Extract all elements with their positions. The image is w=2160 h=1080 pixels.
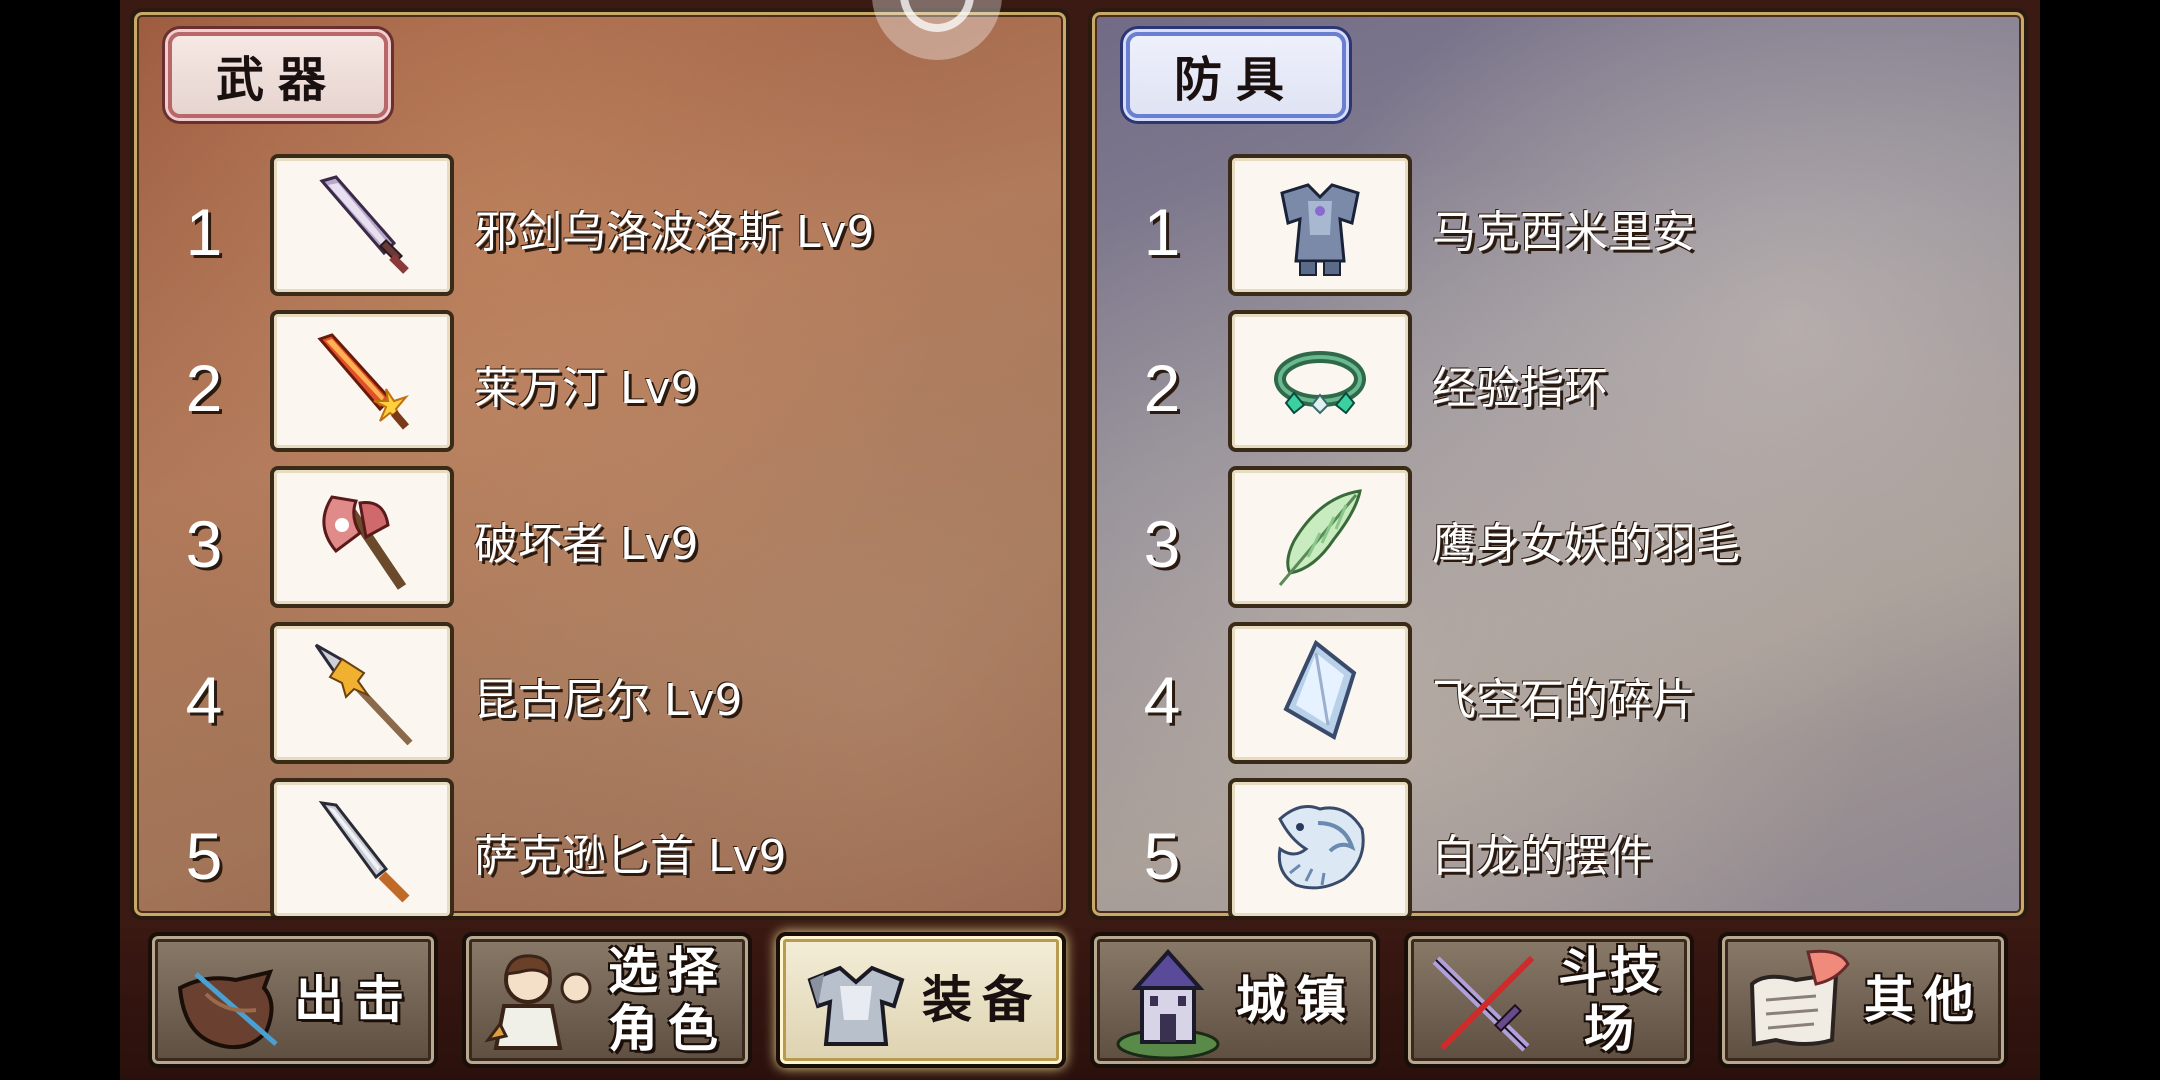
item-name: 飞空石的碎片 <box>1432 675 1696 726</box>
rank-number: 3 <box>1143 507 1181 581</box>
armor-row-2[interactable]: 2 经验指环 <box>1092 310 2024 460</box>
item-name: 鹰身女妖的羽毛 <box>1432 519 1740 570</box>
weapon-row-1[interactable]: 1 邪剑乌洛波洛斯 Lv9 <box>134 154 1066 304</box>
dark-sword-icon <box>319 175 409 274</box>
nav-label-line-1: 选择 <box>608 942 728 1000</box>
equipment-button[interactable]: 装备 <box>776 932 1066 1068</box>
weapon-row-3[interactable]: 3 破坏者 Lv9 <box>134 466 1066 616</box>
armor-row-4[interactable]: 4 飞空石的碎片 <box>1092 622 2024 772</box>
rank-number: 4 <box>1143 663 1181 737</box>
feather-icon <box>1278 489 1362 586</box>
armor-icon <box>807 965 905 1046</box>
item-name: 破坏者 Lv9 <box>474 519 699 570</box>
item-slot[interactable] <box>1228 310 1412 452</box>
weapon-row-2[interactable]: 2 莱万汀 Lv9 <box>134 310 1066 460</box>
item-slot[interactable] <box>270 778 454 916</box>
item-slot[interactable] <box>270 310 454 452</box>
weapons-title: 武器 <box>168 32 388 118</box>
ring-icon <box>1274 351 1366 415</box>
sortie-button[interactable]: 出击 <box>148 932 438 1068</box>
item-slot[interactable] <box>1228 154 1412 296</box>
rank-number: 5 <box>1143 819 1181 893</box>
nav-label: 斗技场 <box>1558 942 1662 1058</box>
bottom-nav: 出击 选择 角色 装备 城镇 斗技场 其他 <box>120 928 2040 1080</box>
arena-button[interactable]: 斗技场 <box>1404 932 1694 1068</box>
white-dragon-icon <box>1277 805 1365 890</box>
rank-number: 1 <box>1143 195 1181 269</box>
other-button[interactable]: 其他 <box>1718 932 2008 1068</box>
weapons-panel: 武器 1 邪剑乌洛波洛斯 Lv9 2 莱万汀 Lv9 3 破坏者 Lv9 4 昆… <box>130 8 1070 920</box>
nav-label: 出击 <box>294 971 414 1029</box>
flame-sword-icon <box>317 333 410 430</box>
crystal-shard-icon <box>1283 639 1357 740</box>
dagger-icon <box>318 801 410 903</box>
item-name: 萨克逊匕首 Lv9 <box>474 831 787 882</box>
item-name: 莱万汀 Lv9 <box>474 363 699 414</box>
item-name: 经验指环 <box>1432 363 1608 414</box>
rank-number: 4 <box>185 663 223 737</box>
item-slot[interactable] <box>1228 778 1412 916</box>
right-letterbox <box>2040 0 2160 1080</box>
item-name: 马克西米里安 <box>1432 207 1696 258</box>
sortie-icon <box>177 969 278 1049</box>
rank-number: 2 <box>185 351 223 425</box>
rank-number: 2 <box>1143 351 1181 425</box>
armor-row-5[interactable]: 5 白龙的摆件 <box>1092 778 2024 916</box>
character-icon <box>484 954 592 1050</box>
plate-armor-icon <box>1280 183 1360 276</box>
nav-label: 装备 <box>922 971 1042 1029</box>
select-character-button[interactable]: 选择 角色 <box>462 932 752 1068</box>
weapon-row-4[interactable]: 4 昆古尼尔 Lv9 <box>134 622 1066 772</box>
nav-label-line-2: 角色 <box>608 1000 728 1058</box>
town-button[interactable]: 城镇 <box>1090 932 1380 1068</box>
scroll-quill-icon <box>1749 949 1850 1047</box>
town-castle-icon <box>1116 948 1220 1060</box>
armor-row-3[interactable]: 3 鹰身女妖的羽毛 <box>1092 466 2024 616</box>
left-letterbox <box>0 0 120 1080</box>
item-slot[interactable] <box>1228 466 1412 608</box>
crossed-swords-icon <box>1432 955 1535 1052</box>
nav-label: 其他 <box>1864 971 1984 1029</box>
armor-panel: 防具 1 马克西米里安 2 经验指环 3 鹰身女妖的羽毛 4 飞空石的碎片 5 … <box>1088 8 2028 920</box>
nav-label: 选择 角色 <box>596 936 740 1064</box>
spear-icon <box>314 643 413 746</box>
item-slot[interactable] <box>270 622 454 764</box>
armor-row-1[interactable]: 1 马克西米里安 <box>1092 154 2024 304</box>
nav-label: 城镇 <box>1236 971 1356 1029</box>
axe-icon <box>322 495 407 590</box>
weapon-row-5[interactable]: 5 萨克逊匕首 Lv9 <box>134 778 1066 916</box>
rank-number: 1 <box>185 195 223 269</box>
item-slot[interactable] <box>270 466 454 608</box>
item-slot[interactable] <box>1228 622 1412 764</box>
equipment-screen: 武器 1 邪剑乌洛波洛斯 Lv9 2 莱万汀 Lv9 3 破坏者 Lv9 4 昆… <box>120 0 2040 1080</box>
item-name: 昆古尼尔 Lv9 <box>474 675 743 726</box>
item-slot[interactable] <box>270 154 454 296</box>
rank-number: 3 <box>185 507 223 581</box>
item-name: 白龙的摆件 <box>1432 831 1652 882</box>
armor-title: 防具 <box>1126 32 1346 118</box>
rank-number: 5 <box>185 819 223 893</box>
item-name: 邪剑乌洛波洛斯 Lv9 <box>474 207 875 258</box>
